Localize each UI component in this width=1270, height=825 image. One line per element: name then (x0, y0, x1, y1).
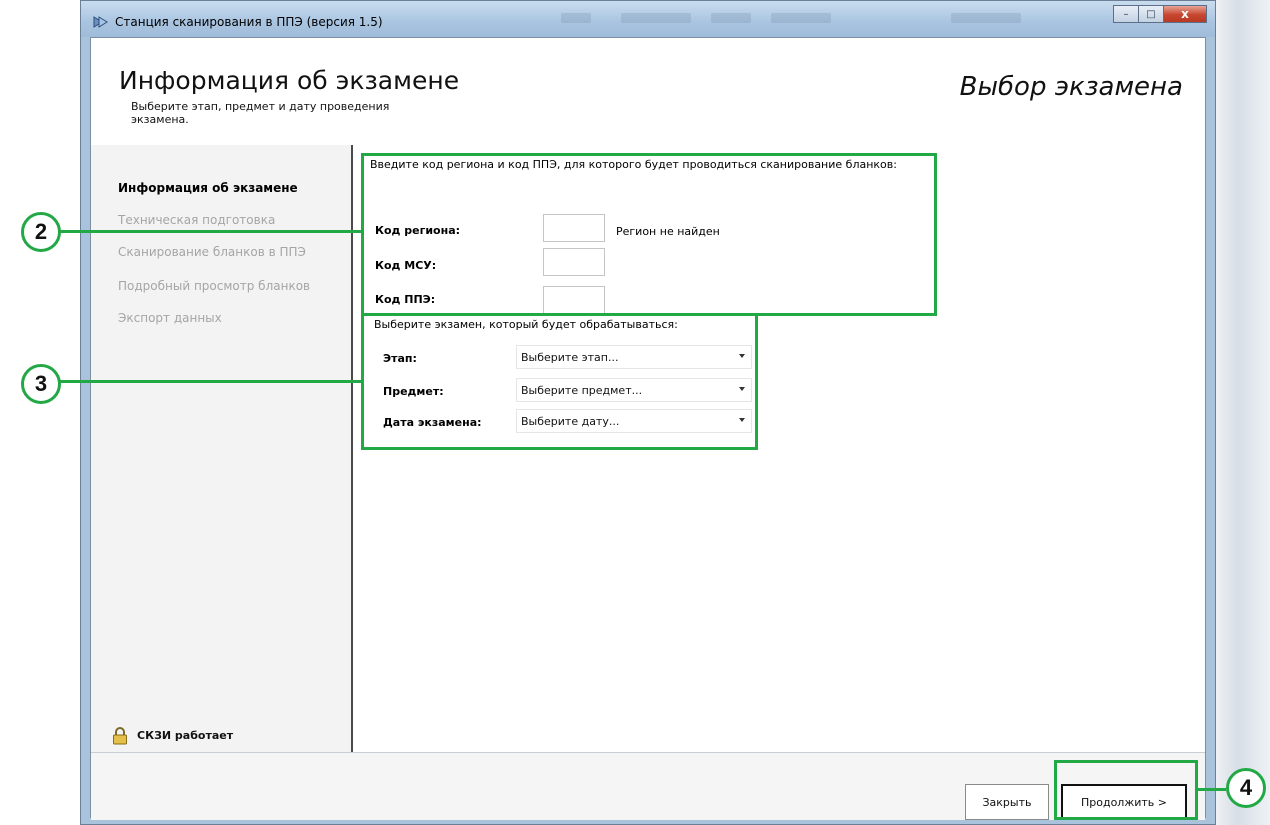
background-blur (561, 13, 591, 23)
desktop-background (0, 0, 80, 825)
sidebar-item-tech-prep[interactable]: Техническая подготовка (118, 213, 275, 227)
background-blur (621, 13, 691, 23)
step-title: Выбор экзамена (959, 72, 1183, 102)
window-title: Станция сканирования в ППЭ (версия 1.5) (115, 15, 383, 29)
sidebar-item-export[interactable]: Экспорт данных (118, 311, 222, 325)
page-title: Информация об экзамене (119, 66, 460, 95)
minimize-button[interactable]: – (1113, 5, 1139, 23)
page-subtitle: Выберите этап, предмет и дату проведения… (131, 100, 390, 126)
sidebar: Информация об экзамене Техническая подго… (91, 145, 353, 752)
callout-number-exam: 3 (21, 364, 61, 404)
callout-box-continue (1054, 760, 1198, 820)
callout-line-continue (1197, 788, 1226, 791)
sidebar-item-detailed-view[interactable]: Подробный просмотр бланков (118, 279, 310, 293)
callout-line-exam (60, 380, 362, 383)
lock-icon (113, 727, 127, 745)
background-blur (711, 13, 751, 23)
crypto-status-label: СКЗИ работает (137, 729, 234, 742)
footer-bar: Закрыть Продолжить > (91, 752, 1205, 820)
window-controls: – □ x (1113, 5, 1207, 23)
maximize-button[interactable]: □ (1138, 5, 1164, 23)
background-blur (771, 13, 831, 23)
sidebar-item-exam-info[interactable]: Информация об экзамене (118, 181, 298, 195)
close-window-button[interactable]: x (1163, 5, 1207, 23)
close-button[interactable]: Закрыть (965, 784, 1049, 820)
desktop-background-right (1216, 0, 1270, 825)
page-header: Информация об экзамене Выберите этап, пр… (91, 38, 1205, 146)
callout-box-region (361, 153, 937, 316)
callout-line-region (60, 230, 362, 233)
title-bar[interactable]: Станция сканирования в ППЭ (версия 1.5) … (81, 1, 1215, 37)
background-blur (951, 13, 1021, 23)
callout-number-continue: 4 (1226, 768, 1266, 808)
callout-number-region: 2 (21, 212, 61, 252)
sidebar-item-scanning[interactable]: Сканирование бланков в ППЭ (118, 245, 306, 259)
callout-box-exam (361, 313, 758, 450)
app-icon (93, 16, 108, 28)
